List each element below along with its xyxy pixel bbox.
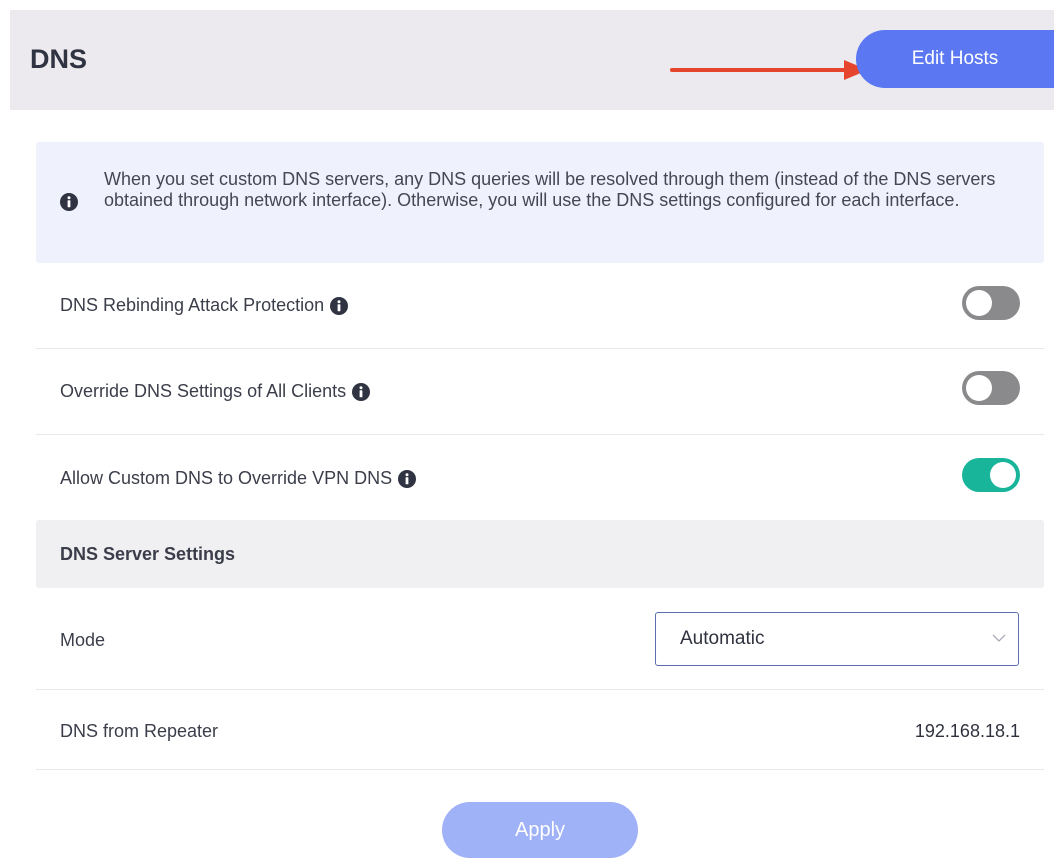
- mode-select-value: Automatic: [680, 628, 765, 649]
- info-circle-icon[interactable]: [398, 469, 417, 488]
- dns-server-settings-header: DNS Server Settings: [36, 520, 1044, 588]
- toggle-knob: [990, 462, 1016, 488]
- dns-rebinding-row: DNS Rebinding Attack Protection: [36, 264, 1044, 349]
- info-banner: When you set custom DNS servers, any DNS…: [36, 142, 1044, 263]
- info-text: When you set custom DNS servers, any DNS…: [104, 169, 996, 210]
- apply-button[interactable]: Apply: [442, 802, 638, 858]
- dns-rebinding-label: DNS Rebinding Attack Protection: [60, 295, 325, 315]
- override-dns-label-group: Override DNS Settings of All Clients: [60, 381, 371, 402]
- custom-dns-vpn-row: Allow Custom DNS to Override VPN DNS: [36, 435, 1044, 520]
- dns-from-repeater-label: DNS from Repeater: [60, 721, 219, 741]
- info-circle-icon[interactable]: [352, 382, 371, 401]
- toggle-knob: [966, 290, 992, 316]
- custom-dns-vpn-label: Allow Custom DNS to Override VPN DNS: [60, 468, 393, 488]
- info-circle-icon[interactable]: [330, 296, 349, 315]
- custom-dns-vpn-label-group: Allow Custom DNS to Override VPN DNS: [60, 468, 417, 489]
- red-arrow-annotation: [670, 60, 868, 80]
- dns-from-repeater-row: DNS from Repeater 192.168.18.1: [36, 690, 1044, 770]
- dns-from-repeater-value: 192.168.18.1: [914, 721, 1020, 741]
- info-circle-icon: [60, 193, 78, 211]
- chevron-down-icon: [992, 634, 1006, 642]
- page-header: DNS Edit Hosts: [10, 10, 1054, 110]
- dns-rebinding-toggle[interactable]: [962, 286, 1020, 320]
- section-title: DNS Server Settings: [60, 544, 236, 564]
- dns-rebinding-label-group: DNS Rebinding Attack Protection: [60, 295, 349, 316]
- override-dns-label: Override DNS Settings of All Clients: [60, 381, 347, 401]
- page-title: DNS: [30, 44, 88, 74]
- toggle-knob: [966, 375, 992, 401]
- override-dns-row: Override DNS Settings of All Clients: [36, 349, 1044, 435]
- edit-hosts-button[interactable]: Edit Hosts: [856, 30, 1054, 88]
- mode-select[interactable]: Automatic: [655, 612, 1019, 666]
- custom-dns-vpn-toggle[interactable]: [962, 458, 1020, 492]
- override-dns-toggle[interactable]: [962, 371, 1020, 405]
- mode-label: Mode: [60, 630, 106, 650]
